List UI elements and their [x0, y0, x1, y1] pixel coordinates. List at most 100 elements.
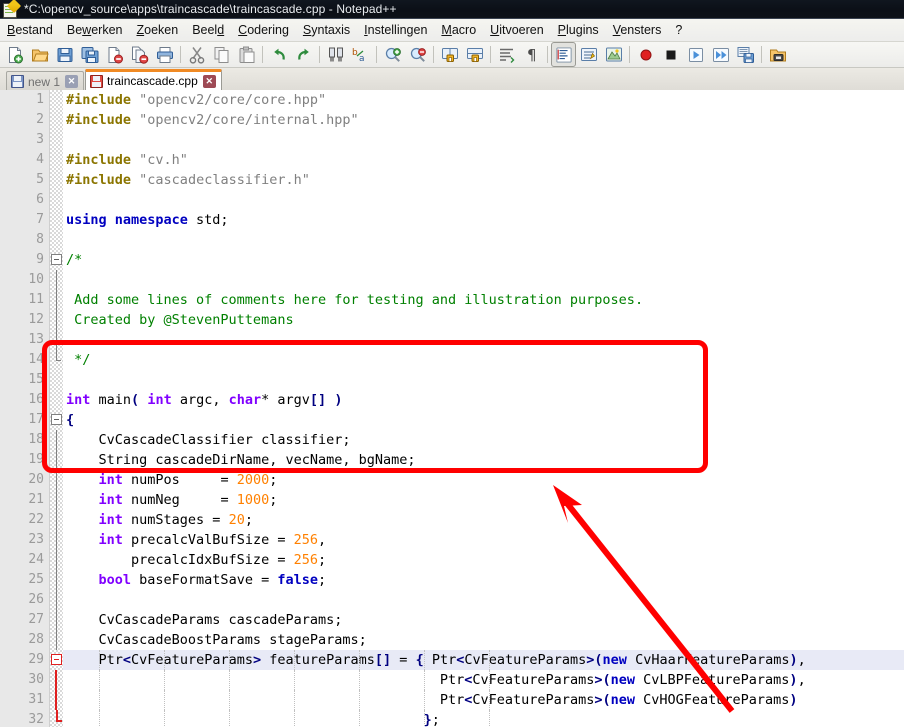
fold-margin[interactable]	[50, 570, 63, 590]
find-icon[interactable]	[323, 42, 348, 67]
fold-margin[interactable]	[50, 630, 63, 650]
tab-traincascade-cpp[interactable]: traincascade.cpp ✕	[85, 69, 222, 91]
menu-item-help[interactable]: ?	[668, 21, 689, 40]
code-editor[interactable]: 1 #include "opencv2/core/core.hpp" 2 #inclu…	[0, 90, 904, 727]
code-text[interactable]: precalcIdxBufSize = 256;	[63, 550, 904, 570]
code-text[interactable]	[63, 590, 904, 610]
code-line[interactable]: 6	[0, 190, 904, 210]
code-text[interactable]: Ptr<CvFeatureParams> featureParams[] = {…	[63, 650, 904, 670]
fold-margin[interactable]	[50, 350, 63, 370]
code-text[interactable]: */	[63, 350, 904, 370]
close-icon[interactable]: ✕	[202, 74, 216, 88]
code-line[interactable]: 22 int numStages = 20;	[0, 510, 904, 530]
code-line[interactable]: 8	[0, 230, 904, 250]
fold-margin[interactable]	[50, 310, 63, 330]
code-text[interactable]	[63, 230, 904, 250]
code-text[interactable]	[63, 370, 904, 390]
code-text[interactable]: int numPos = 2000;	[63, 470, 904, 490]
code-text[interactable]: Ptr<CvFeatureParams>(new CvLBPFeaturePar…	[63, 670, 904, 690]
fold-margin[interactable]	[50, 270, 63, 290]
code-text[interactable]: #include "cascadeclassifier.h"	[63, 170, 904, 190]
code-text[interactable]: CvCascadeBoostParams stageParams;	[63, 630, 904, 650]
code-line[interactable]: 12 Created by @StevenPuttemans	[0, 310, 904, 330]
code-line[interactable]: 4 #include "cv.h"	[0, 150, 904, 170]
code-line[interactable]: 18 CvCascadeClassifier classifier;	[0, 430, 904, 450]
fold-margin[interactable]	[50, 130, 63, 150]
fold-margin[interactable]	[50, 590, 63, 610]
macro-stop-icon[interactable]	[658, 42, 683, 67]
code-text[interactable]	[63, 190, 904, 210]
code-line[interactable]: 3	[0, 130, 904, 150]
code-line[interactable]: 27 CvCascadeParams cascadeParams;	[0, 610, 904, 630]
code-text[interactable]: bool baseFormatSave = false;	[63, 570, 904, 590]
code-text[interactable]: Add some lines of comments here for test…	[63, 290, 904, 310]
fold-margin[interactable]	[50, 290, 63, 310]
save-all-icon[interactable]	[77, 42, 102, 67]
code-line[interactable]: 2 #include "opencv2/core/internal.hpp"	[0, 110, 904, 130]
fold-margin[interactable]	[50, 190, 63, 210]
code-text[interactable]: #include "opencv2/core/core.hpp"	[63, 90, 904, 110]
code-text[interactable]: /*	[63, 250, 904, 270]
fold-margin[interactable]	[50, 710, 63, 727]
menu-item-vensters[interactable]: Vensters	[606, 21, 669, 40]
copy-icon[interactable]	[209, 42, 234, 67]
code-line[interactable]: 32 };	[0, 710, 904, 727]
run-icon[interactable]	[765, 42, 790, 67]
word-wrap-icon[interactable]	[494, 42, 519, 67]
print-icon[interactable]	[152, 42, 177, 67]
code-text[interactable]: CvCascadeParams cascadeParams;	[63, 610, 904, 630]
fold-margin[interactable]	[50, 550, 63, 570]
fold-margin[interactable]	[50, 670, 63, 690]
fold-margin[interactable]	[50, 490, 63, 510]
redo-icon[interactable]	[291, 42, 316, 67]
sync-vertical-scroll-icon[interactable]	[437, 42, 462, 67]
menu-item-plugins[interactable]: Plugins	[551, 21, 606, 40]
code-line[interactable]: 15	[0, 370, 904, 390]
replace-icon[interactable]: ba	[348, 42, 373, 67]
fold-margin[interactable]	[50, 610, 63, 630]
sync-horizontal-scroll-icon[interactable]	[462, 42, 487, 67]
fold-margin[interactable]	[50, 510, 63, 530]
macro-run-multiple-icon[interactable]	[708, 42, 733, 67]
code-line[interactable]: 31 Ptr<CvFeatureParams>(new CvHOGFeature…	[0, 690, 904, 710]
close-file-icon[interactable]	[102, 42, 127, 67]
menu-item-codering[interactable]: Codering	[231, 21, 296, 40]
save-icon[interactable]	[52, 42, 77, 67]
code-line[interactable]: 29 Ptr<CvFeatureParams> featureParams[] …	[0, 650, 904, 670]
code-line[interactable]: 24 precalcIdxBufSize = 256;	[0, 550, 904, 570]
menu-item-beeld[interactable]: Beeld	[185, 21, 231, 40]
fold-margin[interactable]	[50, 170, 63, 190]
open-file-icon[interactable]	[27, 42, 52, 67]
code-line[interactable]: 5 #include "cascadeclassifier.h"	[0, 170, 904, 190]
menu-item-bewerken[interactable]: Bewerken	[60, 21, 130, 40]
code-line[interactable]: 25 bool baseFormatSave = false;	[0, 570, 904, 590]
fold-margin[interactable]	[50, 430, 63, 450]
menu-item-syntaxis[interactable]: Syntaxis	[296, 21, 357, 40]
macro-record-icon[interactable]	[633, 42, 658, 67]
code-text[interactable]	[63, 130, 904, 150]
code-text[interactable]: int main( int argc, char* argv[] )	[63, 390, 904, 410]
fold-collapse-icon[interactable]	[51, 654, 62, 665]
code-line[interactable]: 28 CvCascadeBoostParams stageParams;	[0, 630, 904, 650]
paste-icon[interactable]	[234, 42, 259, 67]
fold-margin[interactable]	[50, 450, 63, 470]
code-text[interactable]	[63, 330, 904, 350]
zoom-in-icon[interactable]	[380, 42, 405, 67]
fold-margin[interactable]	[50, 90, 63, 110]
undo-icon[interactable]	[266, 42, 291, 67]
macro-save-icon[interactable]	[733, 42, 758, 67]
close-all-icon[interactable]	[127, 42, 152, 67]
code-text[interactable]: Ptr<CvFeatureParams>(new CvHOGFeaturePar…	[63, 690, 904, 710]
code-lines[interactable]: 1 #include "opencv2/core/core.hpp" 2 #inclu…	[0, 90, 904, 727]
code-line[interactable]: 16 int main( int argc, char* argv[] )	[0, 390, 904, 410]
code-line[interactable]: 1 #include "opencv2/core/core.hpp"	[0, 90, 904, 110]
menu-item-zoeken[interactable]: Zoeken	[129, 21, 185, 40]
cut-icon[interactable]	[184, 42, 209, 67]
code-line[interactable]: 13	[0, 330, 904, 350]
menu-item-macro[interactable]: Macro	[434, 21, 483, 40]
code-text[interactable]: };	[63, 710, 904, 727]
code-line[interactable]: 9 /*	[0, 250, 904, 270]
code-text[interactable]: #include "cv.h"	[63, 150, 904, 170]
fold-margin[interactable]	[50, 110, 63, 130]
fold-margin[interactable]	[50, 150, 63, 170]
